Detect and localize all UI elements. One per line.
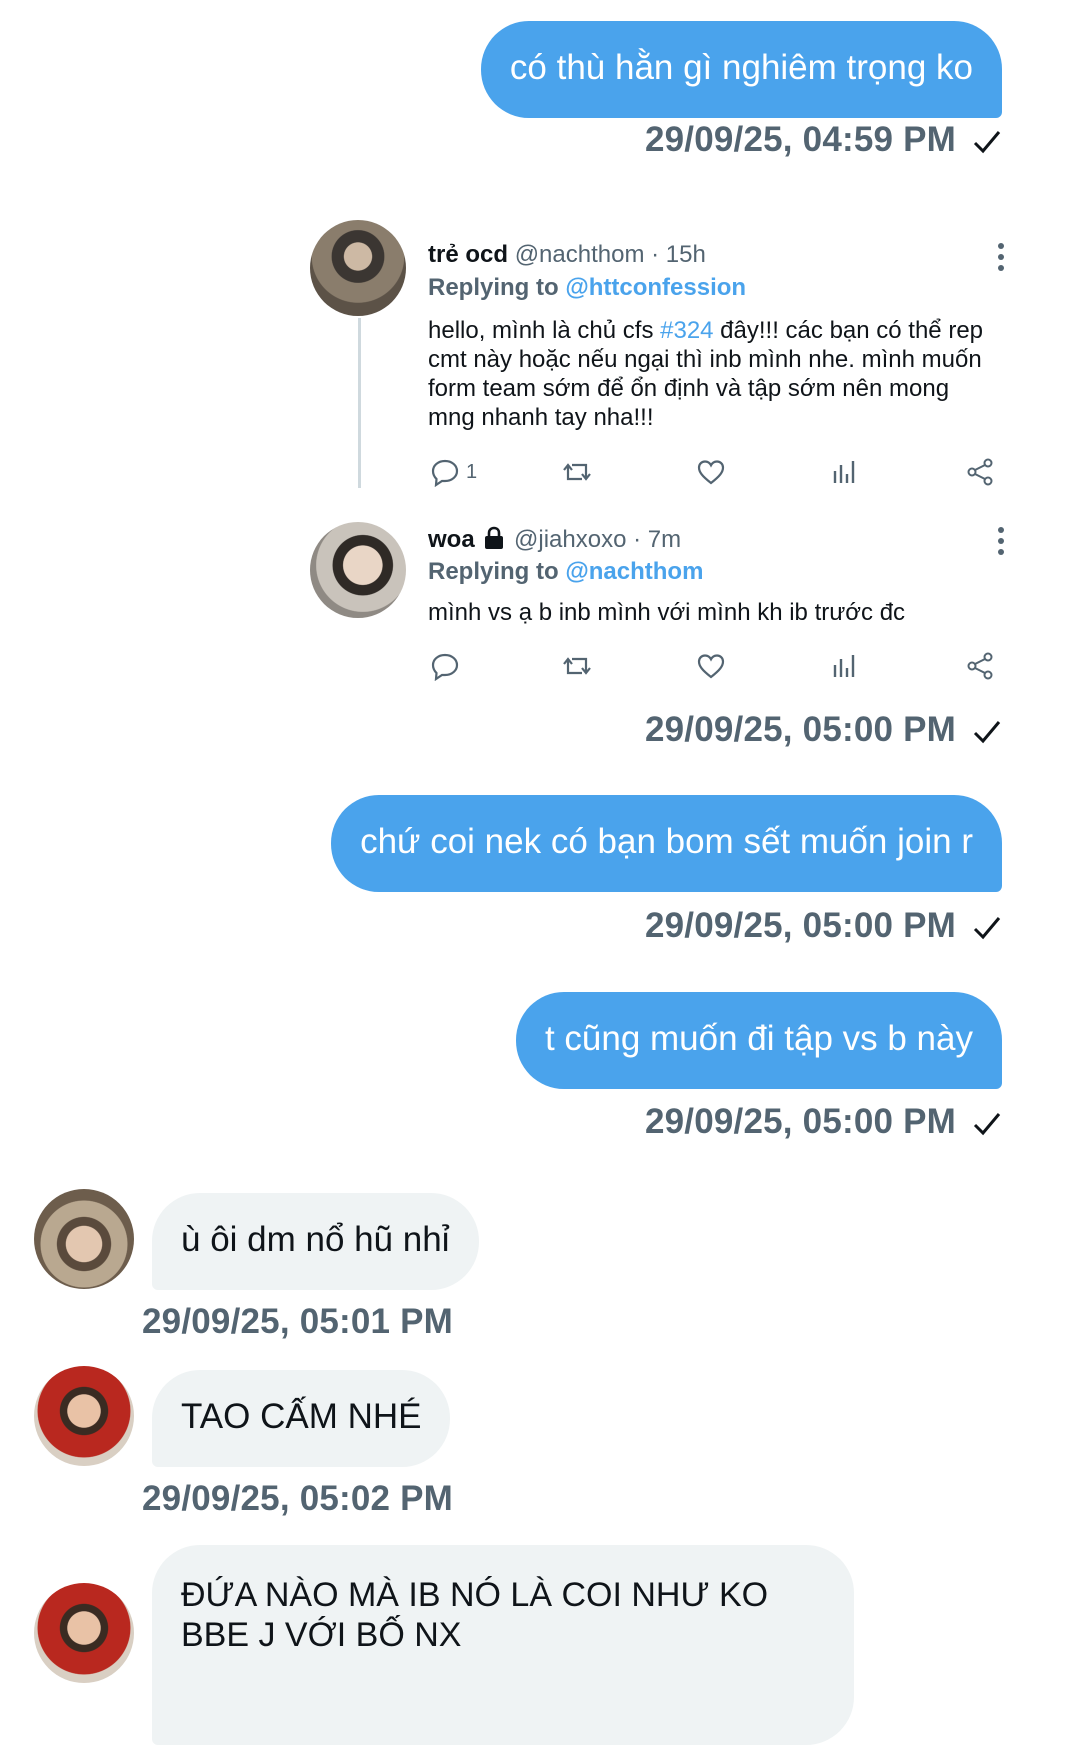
replying-to-mention[interactable]: @nachthom [565, 558, 703, 585]
message-timestamp: 29/09/25, 05:01 PM [142, 1302, 454, 1341]
avatar[interactable] [34, 1189, 134, 1289]
author-name[interactable]: trẻ ocd [428, 241, 508, 268]
share-icon[interactable] [965, 457, 995, 487]
avatar[interactable] [34, 1366, 134, 1466]
post-age: · 15h [651, 241, 706, 268]
message-text: ĐỨA NÀO MÀ IB NÓ LÀ COI NHƯ KO BBE J VỚI… [181, 1576, 769, 1654]
replying-to-mention[interactable]: @httconfession [565, 274, 746, 301]
reply-count: 1 [466, 461, 478, 483]
message-text: có thù hằn gì nghiêm trọng ko [509, 48, 973, 87]
message-timestamp: 29/09/25, 05:00 PM [644, 906, 956, 945]
tweet-text: hello, mình là chủ cfs #324 đây!!! các b… [428, 316, 988, 432]
outgoing-message-bubble[interactable]: có thù hằn gì nghiêm trọng ko [480, 21, 1002, 118]
replying-to-line: Replying to @nachthom [428, 557, 703, 587]
incoming-message-bubble[interactable]: TAO CẤM NHÉ [152, 1370, 451, 1467]
outgoing-message-bubble[interactable]: chứ coi nek có bạn bom sết muốn join r [331, 795, 1002, 892]
avatar[interactable] [34, 1583, 134, 1683]
thread-connector [358, 318, 361, 488]
tweet-text-part: hello, mình là chủ cfs [428, 317, 661, 344]
more-vertical-icon[interactable] [997, 526, 1005, 556]
author-handle[interactable]: @jiahxoxo [514, 526, 626, 553]
author-name[interactable]: woa [428, 526, 475, 553]
more-vertical-icon[interactable] [997, 242, 1005, 272]
incoming-message-bubble[interactable]: ù ôi dm nổ hũ nhỉ [152, 1193, 479, 1290]
analytics-icon[interactable] [830, 651, 860, 681]
message-text: chứ coi nek có bạn bom sết muốn join r [360, 822, 973, 861]
message-timestamp: 29/09/25, 05:00 PM [644, 710, 956, 749]
author-handle[interactable]: @nachthom [515, 241, 645, 268]
reply-icon[interactable] [430, 457, 460, 487]
tweet-author-line: woa @jiahxoxo · 7m [428, 525, 681, 555]
avatar[interactable] [310, 220, 406, 316]
post-age: · 7m [633, 526, 682, 553]
replying-label: Replying to [428, 558, 559, 585]
message-timestamp: 29/09/25, 05:00 PM [644, 1102, 956, 1141]
heart-icon[interactable] [696, 457, 726, 487]
replying-label: Replying to [428, 274, 559, 301]
tweet-author-line: trẻ ocd @nachthom · 15h [428, 240, 706, 270]
share-icon[interactable] [965, 651, 995, 681]
hashtag-link[interactable]: #324 [660, 317, 713, 344]
message-timestamp: 29/09/25, 05:02 PM [142, 1479, 454, 1518]
avatar[interactable] [310, 522, 406, 618]
message-text: t cũng muốn đi tập vs b này [544, 1019, 973, 1058]
checkmark-icon [973, 721, 1001, 744]
incoming-message-bubble[interactable]: ĐỨA NÀO MÀ IB NÓ LÀ COI NHƯ KO BBE J VỚI… [152, 1545, 854, 1745]
analytics-icon[interactable] [830, 457, 860, 487]
message-timestamp: 29/09/25, 04:59 PM [644, 120, 956, 159]
message-text: TAO CẤM NHÉ [181, 1397, 422, 1436]
retweet-icon[interactable] [562, 457, 592, 487]
outgoing-message-bubble[interactable]: t cũng muốn đi tập vs b này [515, 992, 1002, 1089]
checkmark-icon [973, 1113, 1001, 1136]
reply-icon[interactable] [430, 651, 460, 681]
checkmark-icon [973, 917, 1001, 940]
heart-icon[interactable] [696, 651, 726, 681]
tweet-text: mình vs ạ b inb mình với mình kh ib trướ… [428, 599, 906, 626]
retweet-icon[interactable] [562, 651, 592, 681]
lock-icon [485, 526, 504, 549]
message-text: ù ôi dm nổ hũ nhỉ [181, 1220, 450, 1259]
replying-to-line: Replying to @httconfession [428, 273, 746, 303]
checkmark-icon [973, 131, 1001, 154]
